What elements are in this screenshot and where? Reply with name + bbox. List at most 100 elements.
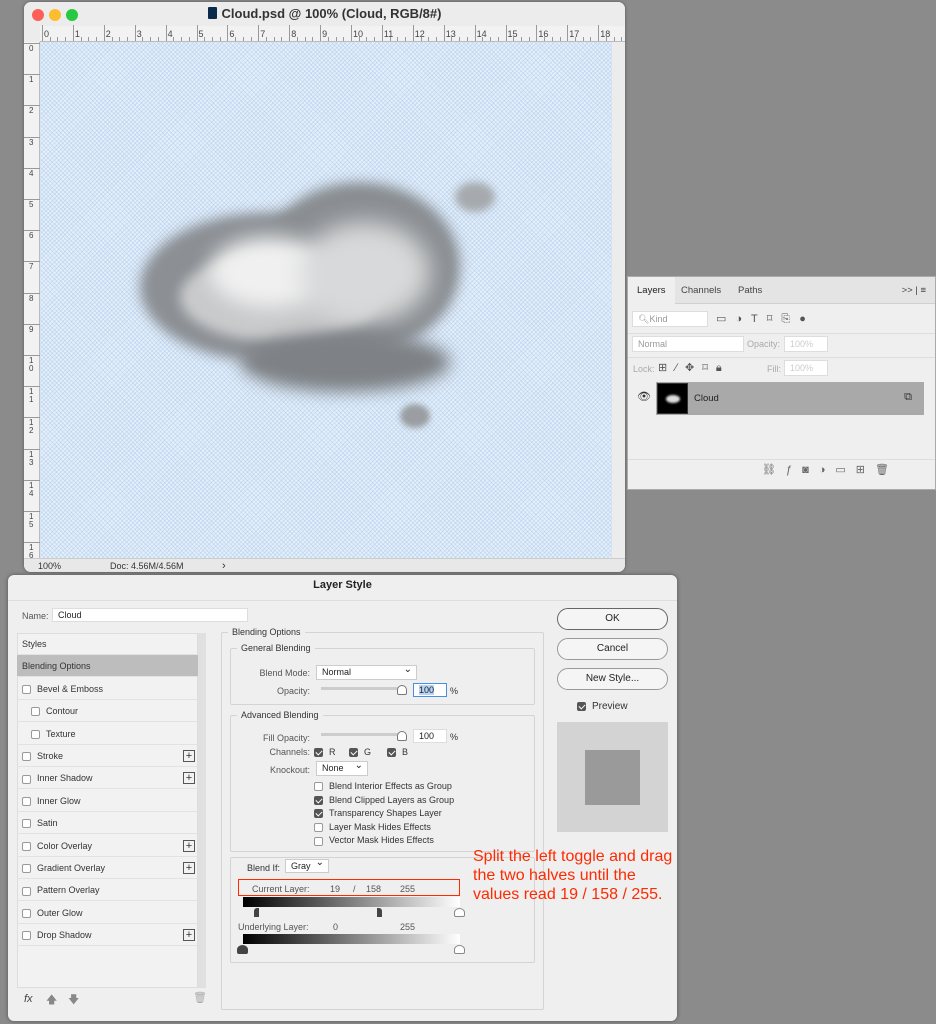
- ruler-tick-label: 4: [29, 168, 34, 178]
- ruler-tick: [24, 542, 40, 544]
- fx-button[interactable]: fx: [24, 993, 33, 1005]
- cancel-button[interactable]: Cancel: [557, 638, 668, 660]
- style-item-bevel-emboss[interactable]: Bevel & Emboss: [17, 678, 198, 700]
- style-checkbox[interactable]: [31, 729, 40, 739]
- option-blend-interior-effects-as-group-checkbox[interactable]: Blend Interior Effects as Group: [314, 781, 452, 792]
- opacity-field[interactable]: 100%: [784, 336, 828, 352]
- layer-name[interactable]: Cloud: [694, 393, 719, 404]
- option-blend-clipped-layers-as-group-checkbox[interactable]: Blend Clipped Layers as Group: [314, 795, 454, 805]
- style-item-blending-options[interactable]: Blending Options: [17, 655, 198, 678]
- eye-visibility-icon[interactable]: 👁︎: [637, 390, 651, 403]
- channel-b-checkbox[interactable]: B: [387, 747, 408, 758]
- zoom-button[interactable]: [66, 9, 78, 21]
- option-vector-mask-hides-effects-checkbox[interactable]: Vector Mask Hides Effects: [314, 835, 434, 846]
- status-menu-arrow[interactable]: ›: [222, 559, 226, 572]
- document-title: Cloud.psd @ 100% (Cloud, RGB/8#): [221, 6, 442, 21]
- ruler-tick: [381, 25, 383, 41]
- ruler-tick-label: 1: [29, 75, 34, 85]
- style-item-contour[interactable]: Contour: [17, 700, 198, 723]
- ruler-tick: [567, 25, 569, 41]
- ruler-tick: [211, 37, 213, 41]
- style-item-gradient-overlay[interactable]: Gradient Overlay +: [17, 857, 198, 879]
- fill-opacity-slider[interactable]: [321, 733, 406, 736]
- ruler-tick: [24, 417, 40, 419]
- ok-button[interactable]: OK: [557, 608, 668, 630]
- style-item-inner-glow[interactable]: Inner Glow: [17, 790, 198, 812]
- underlying-low-thumb[interactable]: [237, 945, 248, 954]
- ruler-tick-label: 15: [29, 512, 34, 529]
- add-icon[interactable]: +: [183, 929, 195, 942]
- channel-g-checkbox[interactable]: G: [349, 747, 371, 758]
- option-transparency-shapes-layer-checkbox[interactable]: Transparency Shapes Layer: [314, 808, 442, 819]
- layer-bottom-toolbar[interactable]: ⛓︎ƒ◙◑▭⊞🗑︎: [762, 463, 899, 476]
- name-field[interactable]: Cloud: [52, 608, 248, 622]
- move-down-icon[interactable]: 🡇: [68, 991, 79, 1010]
- zoom-level[interactable]: 100%: [38, 559, 61, 572]
- add-icon[interactable]: +: [183, 839, 195, 852]
- style-item-stroke[interactable]: Stroke +: [17, 745, 198, 767]
- opacity-slider[interactable]: [321, 687, 406, 690]
- ruler-tick: [111, 37, 113, 41]
- preview-checkbox[interactable]: Preview: [577, 701, 628, 712]
- lock-icons[interactable]: ⊞∕✥⌑🔒︎: [658, 361, 730, 375]
- trash-icon[interactable]: 🗑︎: [193, 991, 207, 1004]
- filter-kind-select[interactable]: 🔍︎Kind: [632, 311, 708, 327]
- blend-if-select[interactable]: Gray: [285, 857, 329, 873]
- fill-opacity-slider-thumb[interactable]: [397, 731, 407, 741]
- blend-mode-select[interactable]: Normal: [316, 663, 417, 680]
- vertical-ruler[interactable]: 0 1 2 3 4 5 6 7 8 9 10 11 12 13 14 15 16: [24, 42, 40, 560]
- knockout-select[interactable]: None: [316, 759, 368, 776]
- option-layer-mask-hides-effects-checkbox[interactable]: Layer Mask Hides Effects: [314, 822, 431, 832]
- tab-layers[interactable]: Layers: [628, 277, 675, 304]
- fill-opacity-label: Fill Opacity:: [262, 733, 310, 743]
- panel-menu-button[interactable]: >> | ≡: [893, 277, 935, 304]
- underlying-high-thumb[interactable]: [454, 945, 465, 954]
- style-checkbox[interactable]: [22, 796, 31, 806]
- tab-channels[interactable]: Channels: [672, 277, 730, 304]
- canvas[interactable]: [40, 42, 612, 558]
- minimize-button[interactable]: [49, 9, 61, 21]
- style-item-pattern-overlay[interactable]: Pattern Overlay: [17, 879, 198, 902]
- fill-opacity-input[interactable]: 100: [413, 729, 447, 743]
- channel-r-checkbox[interactable]: R: [314, 747, 336, 758]
- move-up-icon[interactable]: 🡅: [46, 991, 57, 1010]
- style-item-outer-glow[interactable]: Outer Glow: [17, 902, 198, 924]
- ruler-tick: [520, 37, 522, 41]
- opacity-slider-thumb[interactable]: [397, 685, 407, 695]
- current-low-right-half-thumb[interactable]: [377, 908, 382, 917]
- ruler-tick: [24, 230, 40, 232]
- new-style-button[interactable]: New Style...: [557, 668, 668, 690]
- style-checkbox[interactable]: [31, 707, 40, 717]
- style-item-color-overlay[interactable]: Color Overlay +: [17, 835, 198, 857]
- style-item-styles[interactable]: Styles: [17, 633, 198, 655]
- style-item-drop-shadow[interactable]: Drop Shadow +: [17, 924, 198, 947]
- style-checkbox[interactable]: [22, 886, 31, 896]
- style-item-texture[interactable]: Texture: [17, 723, 198, 745]
- current-high-thumb[interactable]: [454, 908, 465, 917]
- horizontal-ruler[interactable]: 0 1 2 3 4 5 6 7 8 9 10 11 12 13 14 15 16 17 18: [40, 25, 625, 42]
- current-low-left-half-thumb[interactable]: [254, 908, 259, 917]
- style-checkbox[interactable]: [22, 931, 31, 941]
- add-icon[interactable]: +: [183, 862, 195, 874]
- style-checkbox[interactable]: [22, 864, 31, 874]
- opacity-input[interactable]: 100: [413, 683, 447, 697]
- style-item-satin[interactable]: Satin: [17, 812, 198, 835]
- layer-row-cloud[interactable]: Cloud ⧉: [656, 382, 924, 415]
- style-checkbox[interactable]: [22, 841, 31, 851]
- style-checkbox[interactable]: [22, 752, 31, 762]
- style-checkbox[interactable]: [22, 774, 31, 784]
- style-checkbox[interactable]: [22, 908, 31, 918]
- fill-field[interactable]: 100%: [784, 360, 828, 376]
- filter-icons[interactable]: ▭◑T⌑⎘●: [716, 312, 815, 326]
- tab-paths[interactable]: Paths: [729, 277, 771, 304]
- style-item-inner-shadow[interactable]: Inner Shadow +: [17, 767, 198, 790]
- add-icon[interactable]: +: [183, 772, 195, 785]
- styles-scrollbar[interactable]: [198, 633, 206, 988]
- style-checkbox[interactable]: [22, 684, 31, 694]
- style-checkbox[interactable]: [22, 819, 31, 829]
- ruler-tick: [366, 37, 368, 41]
- close-button[interactable]: [32, 9, 44, 21]
- ruler-tick: [605, 37, 607, 41]
- add-icon[interactable]: +: [183, 750, 195, 762]
- blend-mode-select[interactable]: Normal: [632, 336, 744, 352]
